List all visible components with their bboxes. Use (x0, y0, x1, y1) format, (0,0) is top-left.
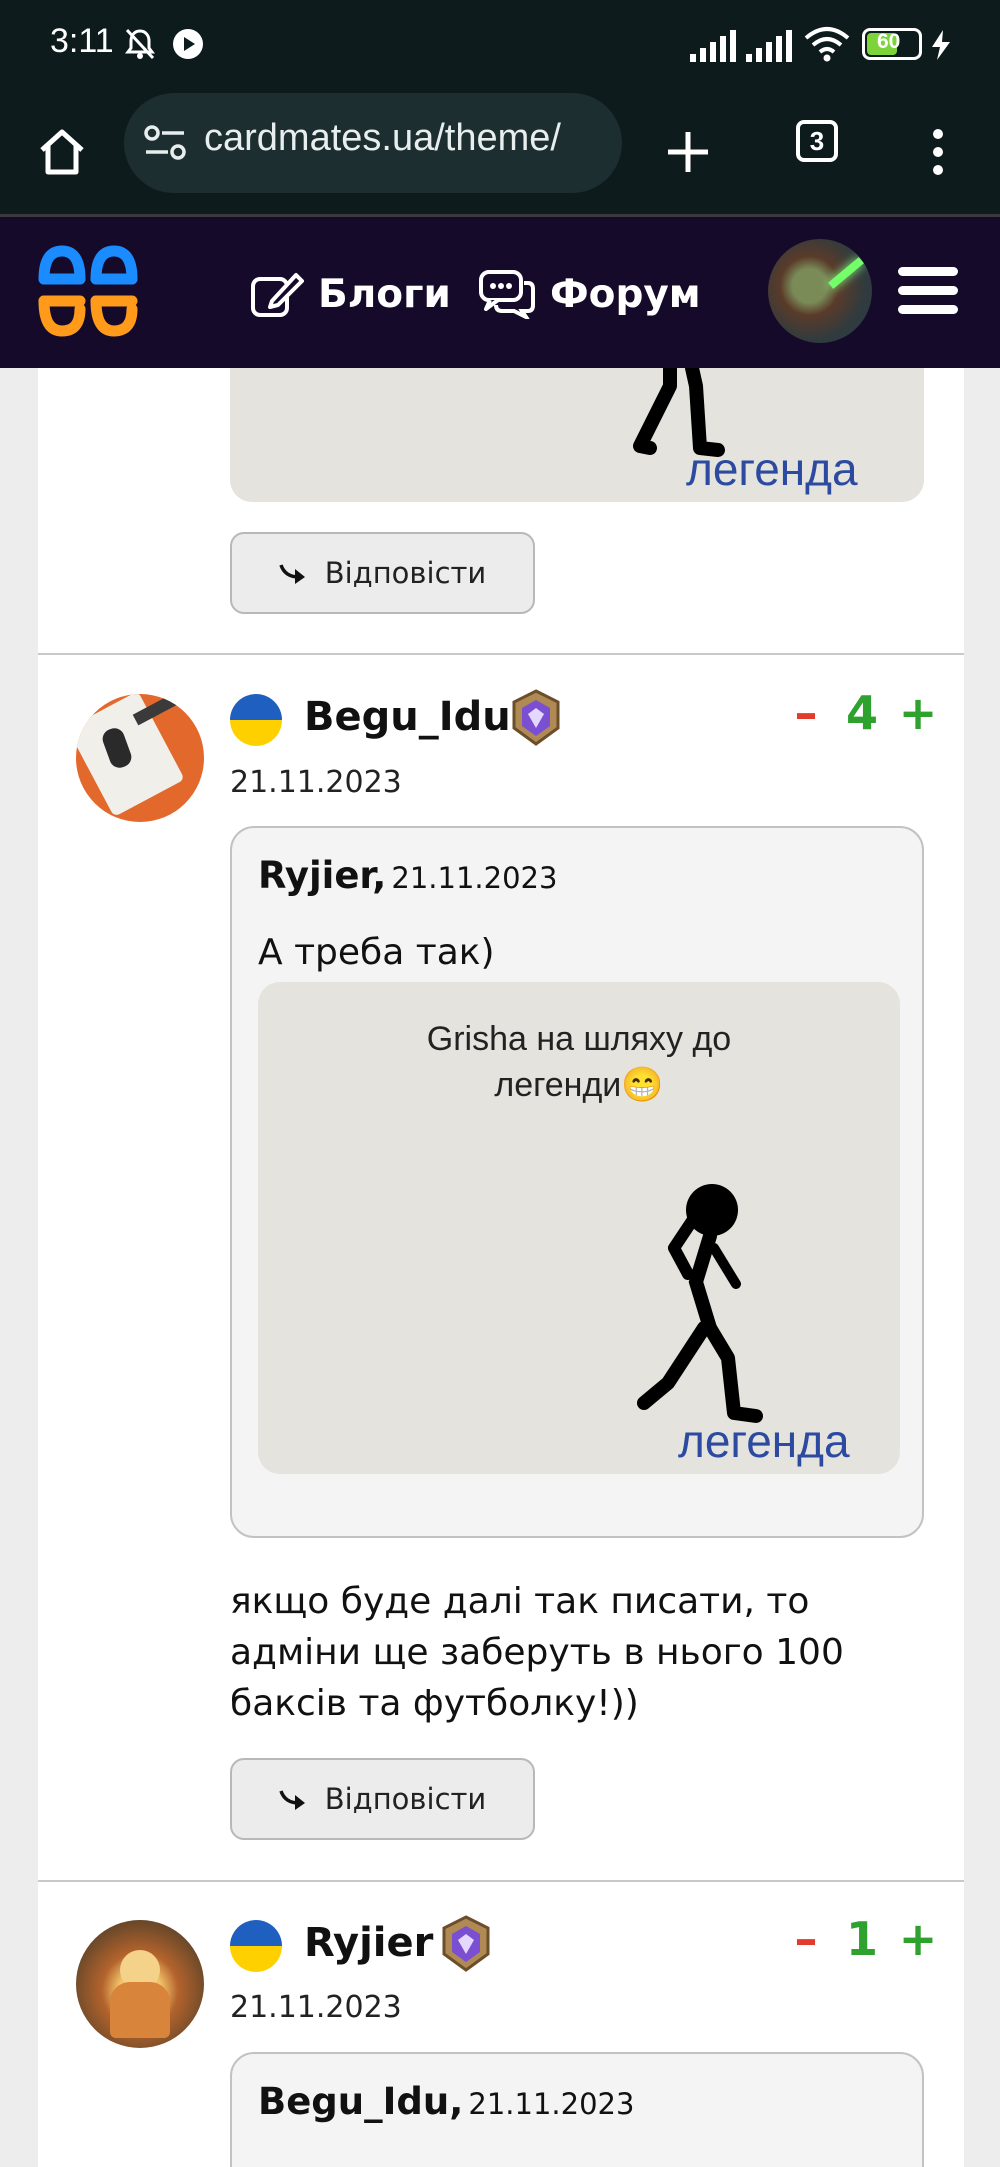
nav-forum-label: Форум (550, 271, 701, 317)
reply-label: Відповісти (324, 1782, 487, 1816)
comment-divider (38, 653, 964, 655)
url-text[interactable]: cardmates.ua/theme/ (204, 117, 561, 160)
reply-button[interactable]: Відповісти (230, 532, 535, 614)
wifi-icon (804, 27, 850, 62)
plus-icon (668, 132, 708, 172)
quote-separator: , (449, 2080, 464, 2123)
vote-control: – 4 + (786, 686, 938, 740)
status-bar: 3:11 60 (0, 0, 1000, 90)
vote-up-button[interactable]: + (898, 1912, 938, 1966)
user-avatar[interactable] (768, 239, 872, 343)
menu-button[interactable] (898, 112, 978, 192)
cardmates-logo[interactable] (36, 239, 142, 345)
new-tab-button[interactable] (648, 112, 728, 192)
status-time: 3:11 (50, 22, 114, 60)
nav-blogs-label: Блоги (318, 271, 451, 317)
ukraine-flag-icon (230, 694, 282, 746)
reply-label: Відповісти (324, 556, 487, 590)
comment-date: 21.11.2023 (230, 1990, 402, 2025)
charging-icon (932, 30, 950, 60)
comment-divider (38, 1880, 964, 1882)
more-vert-icon (933, 129, 943, 175)
reply-button[interactable]: Відповісти (230, 1758, 535, 1840)
nav-blogs-link[interactable]: Блоги (250, 269, 451, 319)
quote-author[interactable]: Begu_Idu (258, 2080, 449, 2123)
comment-author[interactable]: Ryjier (304, 1920, 433, 1966)
tab-switcher-button[interactable]: 3 (796, 120, 838, 162)
rank-badge-icon (442, 1915, 490, 1972)
reply-arrow-icon (279, 1790, 305, 1810)
chat-icon (479, 270, 535, 319)
vote-up-button[interactable]: + (898, 686, 938, 740)
quote-image-legend-text: легенда (678, 1415, 850, 1467)
site-settings-icon[interactable] (144, 124, 186, 162)
nav-forum-link[interactable]: Форум (478, 269, 701, 319)
site-header: Блоги Форум (0, 214, 1000, 368)
quote-image[interactable]: Grisha на шляху до легенди😁 легенда (258, 982, 900, 1474)
quote-image-caption-line1: Grisha на шляху до (426, 1020, 732, 1058)
quote-date: 21.11.2023 (468, 2087, 635, 2121)
ukraine-flag-icon (230, 1920, 282, 1972)
vote-down-button[interactable]: – (786, 1912, 826, 1966)
vote-score: 1 (845, 1912, 878, 1966)
quote-header: Ryjier, 21.11.2023 (258, 854, 557, 897)
quote-image-caption-line2: легенди😁 (494, 1066, 664, 1104)
home-icon (40, 129, 84, 175)
quote-header: Begu_Idu, 21.11.2023 (258, 2080, 634, 2123)
quote-author[interactable]: Ryjier (258, 854, 372, 897)
comment-avatar[interactable] (76, 1920, 204, 2048)
rank-badge-icon (512, 689, 560, 746)
signal-icon-1 (690, 30, 736, 62)
comment-body: якщо буде далі так писати, то адміни ще … (230, 1581, 844, 1724)
quoted-comment: Ryjier, 21.11.2023 А треба так) Grisha н… (230, 826, 924, 1538)
quote-date: 21.11.2023 (391, 861, 558, 895)
quoted-comment: Begu_Idu, 21.11.2023 (230, 2052, 924, 2167)
comment-date: 21.11.2023 (230, 765, 402, 800)
quote-separator: , (372, 854, 387, 897)
signal-icon-2 (746, 30, 792, 62)
comment-author[interactable]: Begu_Idu (304, 694, 511, 740)
avatar-lightsaber (828, 257, 864, 289)
media-icon (173, 29, 203, 59)
edit-icon (251, 273, 304, 317)
battery-icon: 60 (862, 28, 922, 60)
reply-arrow-icon (279, 564, 305, 584)
quote-text: А треба так) (258, 932, 495, 973)
hamburger-menu-icon[interactable] (898, 267, 958, 315)
vote-control: – 1 + (786, 1912, 938, 1966)
battery-level: 60 (877, 30, 901, 53)
comment-avatar[interactable] (76, 694, 204, 822)
prev-image-legend-text: легенда (686, 443, 858, 495)
stick-figure-drawing (637, 1184, 763, 1423)
home-button[interactable] (22, 112, 102, 192)
vote-score: 4 (845, 686, 878, 740)
prev-comment-image[interactable]: легенда (230, 368, 924, 502)
vote-down-button[interactable]: – (786, 686, 826, 740)
notifications-muted-icon (125, 28, 155, 60)
